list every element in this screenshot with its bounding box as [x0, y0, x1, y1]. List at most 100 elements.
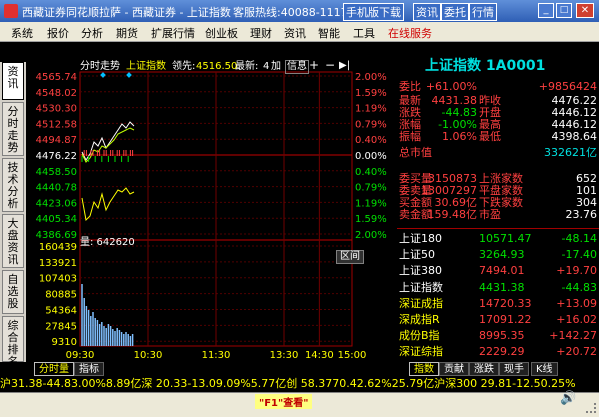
quote-tabs: 指数 贡献 涨跌 现手 K线 [397, 362, 599, 376]
index-change: -17.40 [561, 248, 597, 262]
title-bar: 西藏证券同花顺拉萨 - 西藏证券 - 上证指数 客服热线:40088-11177… [0, 0, 599, 22]
pct-tick-label: 2.00% [355, 72, 387, 83]
jump-end-icon[interactable]: ▶| [339, 60, 350, 72]
event-marker [126, 72, 132, 78]
tab-current[interactable]: 现手 [499, 362, 529, 376]
index-price: 17091.22 [479, 313, 532, 326]
chart-canvas: 4565.74 2.00% 4548.02 1.59% 4530.30 1.19% 4512… [36, 71, 387, 361]
index-change: -48.14 [561, 232, 597, 245]
index-name: 上证50 [399, 248, 435, 262]
quote-panel: 上证指数 1A0001 委比 +61.00% +9856424 最新 4431.38 昨收 4… [397, 58, 599, 362]
vtab-ranking[interactable]: 综合排名 [2, 316, 24, 368]
quote-label: 市盈 [479, 208, 501, 221]
index-change: -44.83 [561, 280, 597, 294]
close-button[interactable]: ✕ [576, 3, 594, 18]
window-title: 西藏证券同花顺拉萨 - 西藏证券 - 上证指数 [22, 6, 231, 19]
vtab-news[interactable]: 资讯 [2, 62, 24, 100]
zoom-in-button[interactable]: + [309, 59, 319, 71]
vtab-technical[interactable]: 技术分析 [2, 158, 24, 212]
range-button[interactable]: 区间 [336, 250, 364, 264]
time-tick-label: 14:30 [305, 350, 334, 361]
price-tick-label: 4530.30 [36, 104, 77, 115]
vtab-watchlist[interactable]: 自选股 [2, 270, 24, 314]
price-tick-label: 4494.87 [36, 135, 77, 146]
menu-system[interactable]: 系统 [11, 25, 33, 41]
pct-tick-label: 0.00% [355, 151, 387, 162]
time-tick-label: 13:30 [270, 350, 299, 361]
quote-value: 1.06% [442, 130, 477, 143]
price-tick-label: 4405.34 [36, 214, 77, 225]
volume-tick-label: 160439 [39, 242, 77, 253]
quote-value: +9856424 [538, 80, 597, 93]
quote-value: 4398.64 [551, 130, 598, 143]
menu-finance[interactable]: 理财 [250, 25, 272, 41]
vtab-timeshare[interactable]: 分时走势 [2, 102, 24, 156]
menu-smart[interactable]: 智能 [318, 25, 340, 41]
menu-bar: 系统 报价 分析 期货 扩展行情 创业板 理财 资讯 智能 工具 在线服务 [0, 22, 599, 42]
menu-online-service[interactable]: 在线服务 [388, 25, 432, 41]
index-change: +13.09 [556, 296, 597, 310]
add-button[interactable]: 加 [271, 61, 281, 73]
time-tick-label: 15:00 [338, 350, 367, 361]
index-name: 上证180 [399, 232, 442, 245]
event-marker [100, 72, 106, 78]
menu-quote[interactable]: 报价 [47, 25, 69, 41]
menu-news[interactable]: 资讯 [284, 25, 306, 41]
price-tick-label: 4423.06 [36, 198, 77, 209]
index-change: +142.27 [549, 329, 597, 343]
index-name: 深证综指 [399, 345, 443, 359]
index-price: 8995.35 [479, 329, 525, 343]
volume-tick-label: 54364 [45, 305, 77, 316]
tab-contribution[interactable]: 贡献 [439, 362, 469, 376]
quote-button[interactable]: 行情 [469, 3, 497, 21]
info-button[interactable]: 信息 [285, 60, 309, 74]
pct-tick-label: 0.40% [355, 167, 387, 178]
price-tick-label: 4440.78 [36, 183, 77, 194]
menu-tools[interactable]: 工具 [353, 25, 375, 41]
quote-value: 332621亿 [544, 146, 597, 159]
price-tick-label: 4512.58 [36, 119, 77, 130]
tab-kline[interactable]: K线 [531, 362, 558, 376]
quote-value: 159.48亿 [427, 208, 478, 221]
market-ticker: 沪31.38-44.83.00%8.89亿深 20.33-13.09.09%5.… [0, 376, 599, 392]
quote-divider [397, 228, 599, 229]
pct-tick-label: 1.19% [355, 104, 387, 115]
zoom-out-button[interactable]: − [325, 59, 335, 71]
chart-mode-label: 分时走势 [80, 61, 120, 72]
quote-label: 委比 [399, 80, 421, 93]
menu-analysis[interactable]: 分析 [81, 25, 103, 41]
menu-gem[interactable]: 创业板 [205, 25, 238, 41]
volume-label: 量: 642620 [80, 237, 135, 248]
tab-updown[interactable]: 涨跌 [469, 362, 499, 376]
intraday-chart[interactable]: 4565.74 2.00% 4548.02 1.59% 4530.30 1.19% 4512… [26, 42, 396, 362]
mobile-download-button[interactable]: 手机版下载 [343, 3, 404, 21]
resize-grip-icon [586, 403, 596, 413]
tab-indicator[interactable]: 指标 [74, 362, 104, 376]
tab-index[interactable]: 指数 [409, 362, 439, 376]
quote-value: +61.00% [425, 80, 477, 93]
latest-label: 最新: [235, 61, 259, 72]
price-tick-label: 4476.22 [36, 151, 77, 162]
maximize-button[interactable]: □ [556, 3, 572, 18]
index-price: 14720.33 [479, 296, 532, 310]
news-button[interactable]: 资讯 [413, 3, 441, 21]
volume-tick-label: 107403 [39, 274, 77, 285]
index-name: 深证成指 [399, 296, 443, 310]
pct-tick-label: 1.59% [355, 214, 387, 225]
index-price: 3264.93 [479, 248, 525, 262]
index-change: +20.72 [556, 345, 597, 359]
menu-ext-quote[interactable]: 扩展行情 [151, 25, 195, 41]
vtab-market-news[interactable]: 大盘资讯 [2, 214, 24, 268]
price-tick-label: 4458.50 [36, 167, 77, 178]
chart-index-name: 上证指数 [126, 61, 166, 72]
index-name: 深成指R [399, 313, 440, 326]
minimize-button[interactable]: _ [538, 3, 554, 18]
menu-futures[interactable]: 期货 [116, 25, 138, 41]
status-bar: "F1"查看" 🔊 [0, 391, 599, 417]
order-button[interactable]: 委托 [441, 3, 469, 21]
tab-timeshare-volume[interactable]: 分时量 [34, 362, 74, 376]
index-name: 上证指数 [399, 280, 443, 294]
pct-tick-label: 1.19% [355, 198, 387, 209]
speaker-icon[interactable]: 🔊 [560, 391, 576, 406]
pct-tick-label: 0.79% [355, 183, 387, 194]
